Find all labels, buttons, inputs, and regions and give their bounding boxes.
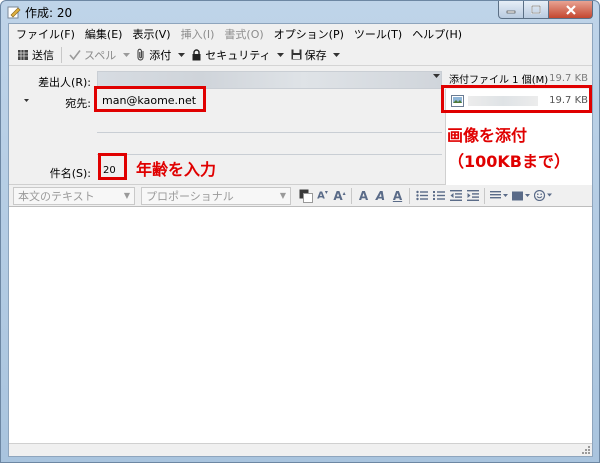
- chevron-down-icon: [122, 52, 130, 57]
- chevron-down-icon: [433, 74, 440, 78]
- chevron-down-icon: [277, 52, 285, 57]
- bold-button[interactable]: A: [355, 187, 372, 205]
- font-smaller-button[interactable]: A▾: [314, 187, 331, 205]
- resize-grip-icon[interactable]: [581, 445, 591, 455]
- subject-highlight-box: [98, 153, 127, 180]
- maximize-button[interactable]: [524, 1, 549, 19]
- attach-button[interactable]: 添付: [132, 45, 175, 65]
- numbered-list-button[interactable]: [430, 187, 447, 205]
- window-title: 作成: 20: [25, 6, 73, 20]
- attachment-total-size: 19.7 KB: [549, 73, 588, 84]
- close-button[interactable]: [549, 1, 593, 19]
- send-button[interactable]: 送信: [13, 45, 58, 65]
- security-dropdown[interactable]: [275, 45, 287, 65]
- font-family-value: プロポーショナル: [146, 189, 234, 203]
- compose-toolbar: 送信 スペル 添付 セキュリティ 保存: [9, 44, 592, 66]
- chevron-down-icon: [333, 52, 341, 57]
- status-bar: [9, 443, 592, 456]
- menu-tools[interactable]: ツール(T): [349, 26, 407, 42]
- send-label: 送信: [32, 48, 54, 62]
- title-bar[interactable]: 作成: 20: [1, 1, 599, 23]
- recipient-row-divider: [97, 132, 442, 133]
- paragraph-format-value: 本文のテキスト: [18, 189, 95, 203]
- compose-window: 作成: 20 ファイル(F) 編集(E) 表示(V) 挿入(I) 書式(O) オ…: [0, 0, 600, 463]
- save-button[interactable]: 保存: [287, 45, 331, 65]
- image-annotation-line2: （100KBまで）: [448, 152, 570, 171]
- indent-button[interactable]: [464, 187, 481, 205]
- bullet-list-button[interactable]: [413, 187, 430, 205]
- smiley-icon: [534, 190, 552, 201]
- toolbar-separator: [409, 187, 410, 204]
- menu-options[interactable]: オプション(P): [269, 26, 349, 42]
- insert-image-icon: [512, 191, 530, 200]
- outdent-button[interactable]: [447, 187, 464, 205]
- menu-format[interactable]: 書式(O): [219, 26, 268, 42]
- font-family-select[interactable]: プロポーショナル ▼: [141, 186, 291, 205]
- attach-dropdown[interactable]: [175, 45, 187, 65]
- spell-label: スペル: [84, 48, 117, 62]
- lock-icon: [191, 48, 202, 61]
- compose-pencil-icon: [7, 6, 21, 19]
- spell-dropdown[interactable]: [120, 45, 132, 65]
- paragraph-format-select[interactable]: 本文のテキスト ▼: [13, 186, 135, 205]
- checkmark-icon: [69, 49, 81, 61]
- menu-bar: ファイル(F) 編集(E) 表示(V) 挿入(I) 書式(O) オプション(P)…: [9, 24, 592, 44]
- recipient-row-divider: [97, 154, 442, 155]
- outdent-icon: [449, 190, 462, 201]
- font-larger-button[interactable]: A▴: [331, 187, 348, 205]
- attachment-highlight-box: [441, 85, 592, 113]
- maximize-icon: [531, 5, 541, 14]
- security-button[interactable]: セキュリティ: [187, 45, 274, 65]
- menu-edit[interactable]: 編集(E): [80, 26, 128, 42]
- toolbar-separator: [484, 187, 485, 204]
- send-icon: [17, 49, 29, 61]
- bullet-list-icon: [415, 190, 428, 201]
- save-label: 保存: [304, 48, 327, 62]
- chevron-down-icon: ▼: [123, 190, 130, 200]
- underline-button[interactable]: A: [389, 187, 406, 205]
- security-label: セキュリティ: [205, 48, 271, 62]
- menu-insert[interactable]: 挿入(I): [176, 26, 220, 42]
- message-body-editor[interactable]: [9, 207, 592, 443]
- floppy-disk-icon: [291, 49, 302, 60]
- chevron-down-icon: [177, 52, 185, 57]
- to-label: 宛先:: [65, 97, 91, 110]
- toolbar-separator: [61, 46, 62, 63]
- italic-button[interactable]: A: [372, 187, 389, 205]
- underline-icon: A: [392, 188, 403, 203]
- save-dropdown[interactable]: [331, 45, 343, 65]
- menu-help[interactable]: ヘルプ(H): [407, 26, 467, 42]
- indent-icon: [466, 190, 479, 201]
- age-annotation: 年齢を入力: [136, 160, 217, 179]
- font-larger-icon: A▴: [333, 188, 346, 203]
- spell-button[interactable]: スペル: [65, 45, 120, 65]
- minimize-icon: [506, 10, 516, 13]
- attach-label: 添付: [149, 48, 172, 62]
- numbered-list-icon: [432, 191, 445, 200]
- paperclip-icon: [136, 48, 146, 61]
- toolbar-separator: [351, 187, 352, 204]
- font-smaller-icon: A▾: [317, 189, 328, 202]
- chevron-down-icon: ▼: [279, 190, 286, 200]
- italic-icon: A: [375, 188, 386, 203]
- emoticon-button[interactable]: [532, 187, 554, 205]
- bold-icon: A: [358, 188, 369, 203]
- text-color-button[interactable]: [297, 187, 314, 205]
- image-annotation-line1: 画像を添付: [447, 126, 528, 145]
- to-highlight-box: [94, 86, 206, 112]
- menu-file[interactable]: ファイル(F): [11, 26, 80, 42]
- minimize-button[interactable]: [498, 1, 524, 19]
- menu-view[interactable]: 表示(V): [127, 26, 175, 42]
- from-label: 差出人(R):: [38, 76, 91, 89]
- color-swatch-icon: [299, 189, 313, 203]
- align-icon: [490, 190, 508, 198]
- insert-button[interactable]: [510, 187, 532, 205]
- format-toolbar: 本文のテキスト ▼ プロポーショナル ▼ A▾ A▴ A A A: [9, 185, 592, 207]
- align-button[interactable]: [488, 187, 510, 205]
- close-icon: [565, 4, 576, 15]
- subject-label: 件名(S):: [49, 167, 91, 180]
